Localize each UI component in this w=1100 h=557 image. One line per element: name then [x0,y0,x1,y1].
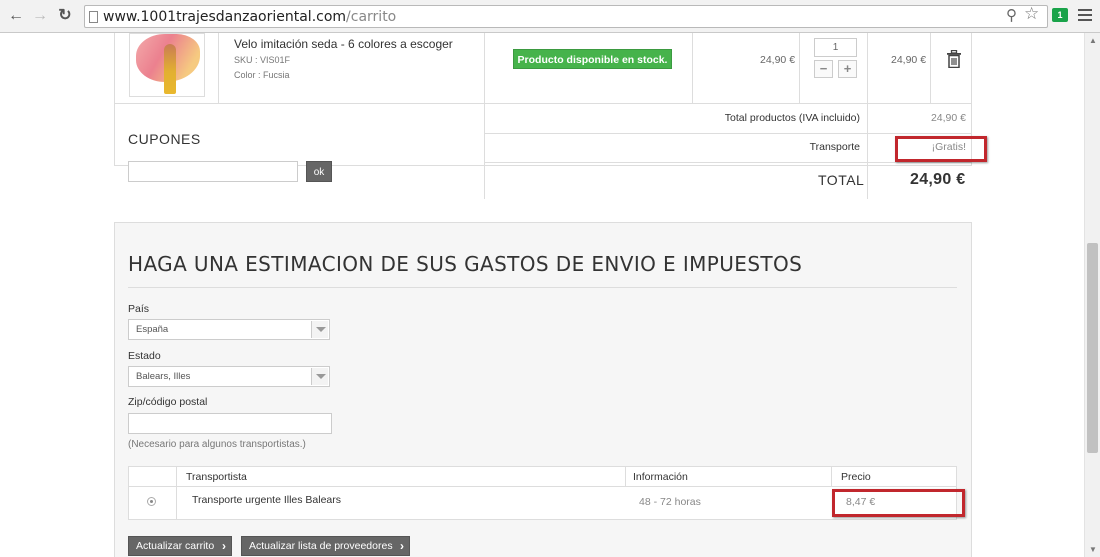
highlight-box [832,489,965,517]
chevron-down-icon [311,321,328,338]
scroll-up-icon[interactable]: ▲ [1089,36,1097,45]
scroll-down-icon[interactable]: ▼ [1089,545,1097,554]
product-name[interactable]: Velo imitación seda - 6 colores a escoge… [234,37,453,51]
zip-hint: (Necesario para algunos transportistas.) [128,439,306,450]
line-total: 24,90 € [891,54,927,66]
unit-price: 24,90 € [760,54,796,66]
browser-toolbar: ← → ↻ www.1001trajesdanzaoriental.com/ca… [0,0,1100,33]
product-sku: SKU : VIS01F [234,55,291,65]
chevron-right-icon: › [400,539,404,553]
stock-status-badge: Producto disponible en stock. [513,49,672,69]
coupons-title: CUPONES [128,131,201,147]
page-icon [89,11,98,23]
chevron-down-icon [311,368,328,385]
zip-label: Zip/código postal [128,396,208,408]
url-host: www.1001trajesdanzaoriental.com [103,9,347,25]
vertical-scrollbar[interactable]: ▲ ▼ [1084,33,1100,557]
highlight-box [895,136,987,162]
menu-icon[interactable] [1078,9,1092,24]
address-bar[interactable]: www.1001trajesdanzaoriental.com/carrito [84,5,1048,28]
quantity-decrease-button[interactable]: − [814,60,833,78]
products-total-label: Total productos (IVA incluido) [724,112,860,124]
quantity-increase-button[interactable]: + [838,60,857,78]
reload-icon[interactable]: ↻ [56,7,74,25]
chevron-right-icon: › [222,539,226,553]
carrier-header: Transportista [186,471,247,483]
update-cart-button[interactable]: Actualizar carrito › [128,536,232,556]
state-label: Estado [128,350,161,362]
carrier-info: 48 - 72 horas [639,496,701,508]
trash-icon[interactable] [946,50,962,68]
state-value: Balears, Illes [136,371,191,382]
shipping-label: Transporte [809,141,860,153]
update-carriers-button[interactable]: Actualizar lista de proveedores › [241,536,410,556]
total-value: 24,90 € [910,171,966,188]
url-path: /carrito [346,9,397,25]
forward-arrow-icon[interactable]: → [31,7,49,25]
info-header: Información [633,471,688,483]
page-viewport: Velo imitación seda - 6 colores a escoge… [0,33,1084,557]
carrier-name: Transporte urgente Illes Balears [192,494,342,506]
extension-icon[interactable]: 1 [1052,8,1068,22]
coupon-input[interactable] [128,161,298,182]
state-select[interactable]: Balears, Illes [128,366,330,387]
country-label: País [128,303,150,315]
product-color: Color : Fucsia [234,70,290,80]
update-cart-label: Actualizar carrito [136,540,215,552]
zoom-icon[interactable]: ⚲ [1006,6,1017,24]
zip-input[interactable] [128,413,332,434]
quantity-input[interactable]: 1 [814,38,857,57]
scroll-thumb[interactable] [1087,243,1098,453]
update-carriers-label: Actualizar lista de proveedores [249,540,393,552]
price-header: Precio [841,471,871,483]
product-image[interactable] [129,33,205,97]
country-select[interactable]: España [128,319,330,340]
back-arrow-icon[interactable]: ← [7,7,25,25]
estimator-title: HAGA UNA ESTIMACION DE SUS GASTOS DE ENV… [128,252,803,276]
coupon-ok-button[interactable]: ok [306,161,332,182]
url-text: www.1001trajesdanzaoriental.com/carrito [103,9,396,25]
carrier-radio[interactable] [147,497,156,506]
products-total-value: 24,90 € [930,112,966,124]
bookmark-star-icon[interactable]: ☆ [1024,4,1039,24]
total-label: TOTAL [818,172,865,188]
country-value: España [136,324,169,335]
